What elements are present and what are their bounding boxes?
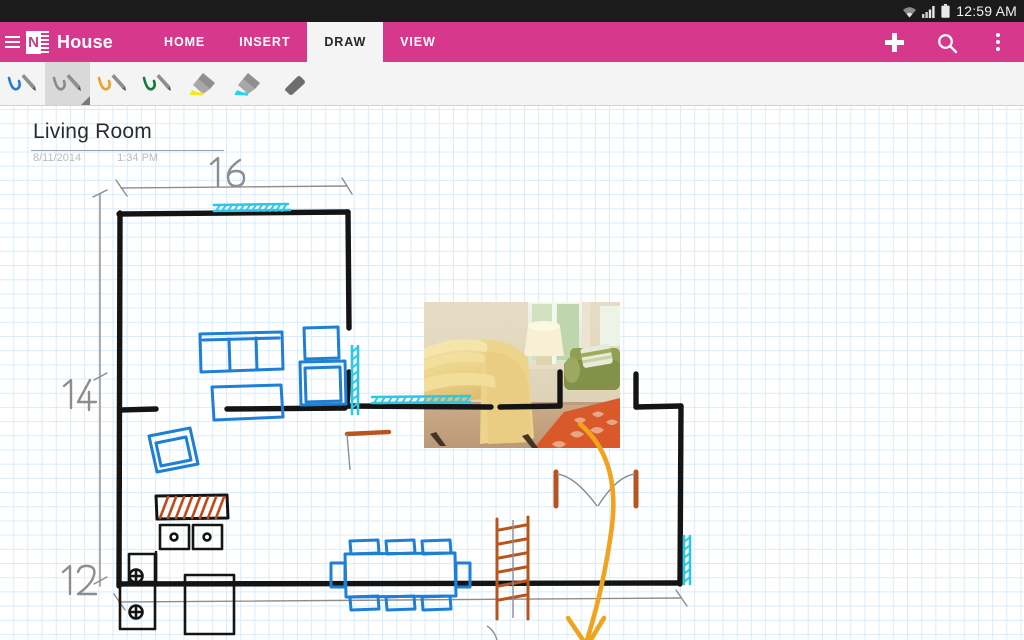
notebook-title: House xyxy=(55,22,119,62)
tab-draw[interactable]: DRAW xyxy=(307,22,383,62)
pen-orange[interactable] xyxy=(90,62,135,105)
battery-icon xyxy=(941,4,950,18)
coffee-table-sketch xyxy=(212,385,283,420)
highlighter-yellow[interactable] xyxy=(180,62,225,105)
app-bar-actions xyxy=(868,22,1024,62)
dimension-lines xyxy=(93,178,687,610)
hamburger-icon[interactable] xyxy=(0,22,22,62)
pen-toolbar xyxy=(0,62,1024,106)
app-bar: N House HOME INSERT DRAW VIEW xyxy=(0,22,1024,62)
tab-home[interactable]: HOME xyxy=(147,22,222,62)
onenote-logo-letter: N xyxy=(26,31,41,54)
accent-chair-sketch xyxy=(149,428,198,472)
side-table-sketch xyxy=(304,327,339,359)
sofa-sketch xyxy=(200,332,283,372)
window-top xyxy=(214,204,290,211)
pen-green[interactable] xyxy=(135,62,180,105)
kitchen-sink xyxy=(160,525,222,549)
placement-arrow xyxy=(568,424,613,640)
armchair-sketch xyxy=(300,361,346,405)
double-door-arcs xyxy=(557,474,635,506)
kitchen-counter-hatch xyxy=(160,497,224,518)
living-room-door xyxy=(347,432,389,434)
window-mid xyxy=(372,396,470,403)
tab-insert[interactable]: INSERT xyxy=(222,22,307,62)
status-icon-group xyxy=(902,4,950,18)
floor-plan-drawing[interactable] xyxy=(0,106,1024,640)
living-room-door-arc xyxy=(347,434,350,470)
eraser[interactable] xyxy=(270,62,315,105)
floor-plan-walls xyxy=(119,212,681,586)
search-icon xyxy=(936,32,956,52)
kitchen-island xyxy=(120,554,156,629)
plus-icon xyxy=(885,33,904,52)
ribbon-tab-group: HOME INSERT DRAW VIEW xyxy=(147,22,453,62)
pen-blue[interactable] xyxy=(0,62,45,105)
wifi-icon xyxy=(902,5,917,18)
onenote-logo-icon: N xyxy=(22,22,55,62)
pen-black[interactable] xyxy=(45,62,90,105)
signal-icon xyxy=(922,5,936,17)
window-right-lower xyxy=(684,536,690,584)
status-bar: 12:59 AM xyxy=(0,0,1024,22)
patio-door-arc xyxy=(487,626,498,640)
tab-view[interactable]: VIEW xyxy=(383,22,453,62)
onenote-logo-tabs xyxy=(41,31,49,54)
note-canvas[interactable]: Living Room 8/11/2014 1:34 PM xyxy=(0,106,1024,640)
add-button[interactable] xyxy=(868,22,920,62)
more-vert-icon xyxy=(996,33,1000,51)
search-button[interactable] xyxy=(920,22,972,62)
highlighter-cyan[interactable] xyxy=(225,62,270,105)
overflow-button[interactable] xyxy=(972,22,1024,62)
status-clock: 12:59 AM xyxy=(956,3,1017,19)
